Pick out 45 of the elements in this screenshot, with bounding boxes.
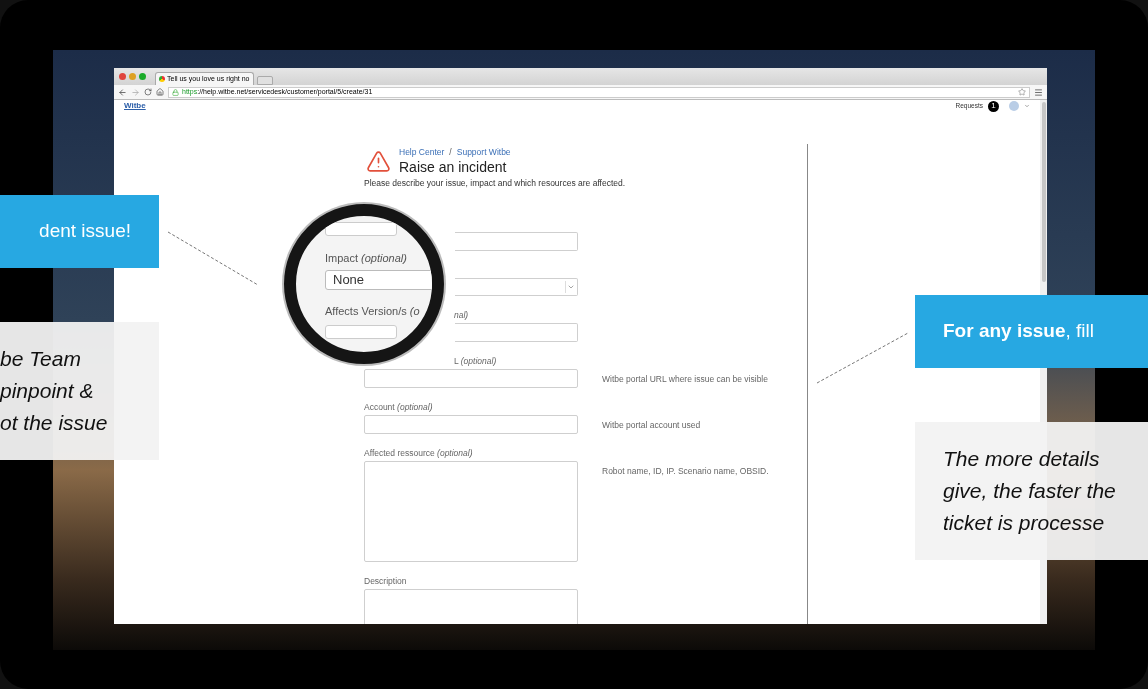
menu-icon[interactable]: [1034, 87, 1043, 97]
maximize-window-icon[interactable]: [139, 73, 146, 80]
breadcrumb-separator: /: [449, 146, 452, 159]
caret-icon[interactable]: [1024, 103, 1030, 109]
field-label: Account (optional): [364, 401, 433, 412]
new-tab-button[interactable]: [256, 76, 273, 85]
home-icon[interactable]: [156, 88, 164, 96]
dropdown-arrow-icon: [565, 280, 575, 293]
field-label: L (optional): [454, 355, 497, 366]
minimize-window-icon[interactable]: [129, 73, 136, 80]
intro-text: Please describe your issue, impact and which resources are affected.: [364, 176, 627, 190]
text-input[interactable]: [455, 231, 578, 251]
avatar-icon[interactable]: [1009, 101, 1019, 111]
field-label: Description: [364, 575, 407, 586]
text-area[interactable]: [364, 460, 578, 562]
close-window-icon[interactable]: [119, 73, 126, 80]
select-field[interactable]: [455, 277, 578, 296]
text-input[interactable]: [364, 368, 578, 388]
field-label: nal): [454, 309, 469, 320]
field-help: Robot name, ID, IP. Scenario name, OBSID.: [602, 464, 769, 478]
field-label: Affected ressource (optional): [364, 447, 473, 458]
breadcrumb-link[interactable]: Help Center: [399, 146, 445, 159]
reload-icon[interactable]: [144, 88, 152, 96]
text-input[interactable]: [325, 325, 397, 339]
field-label: Impact (optional): [325, 251, 408, 266]
lock-icon: [172, 88, 179, 96]
callout-note: be Team pinpoint & ot the issue: [0, 322, 159, 460]
text-input[interactable]: [455, 322, 578, 342]
text-input[interactable]: [364, 414, 578, 434]
favicon-icon: [159, 76, 165, 82]
text-input[interactable]: [325, 222, 397, 236]
site-logo[interactable]: Witbe: [124, 100, 146, 112]
field-help: Witbe portal account used: [602, 418, 701, 432]
select-field[interactable]: None: [325, 270, 432, 290]
callout-banner: dent issue!: [0, 195, 159, 268]
field-help: Witbe portal URL where issue can be visible: [602, 372, 768, 386]
back-icon[interactable]: [118, 87, 127, 97]
field-label: Affects Version/s (o: [325, 304, 421, 319]
breadcrumb-link[interactable]: Support Witbe: [456, 146, 511, 159]
callout-note: The more details give, the faster the ticket is processe: [915, 422, 1148, 560]
page-title: Raise an incident: [399, 158, 508, 176]
bookmark-star-icon[interactable]: [1018, 88, 1026, 96]
callout-banner: For any issue, fill: [915, 295, 1148, 368]
requests-count-badge: 1: [988, 100, 999, 112]
warning-icon: [366, 149, 391, 174]
